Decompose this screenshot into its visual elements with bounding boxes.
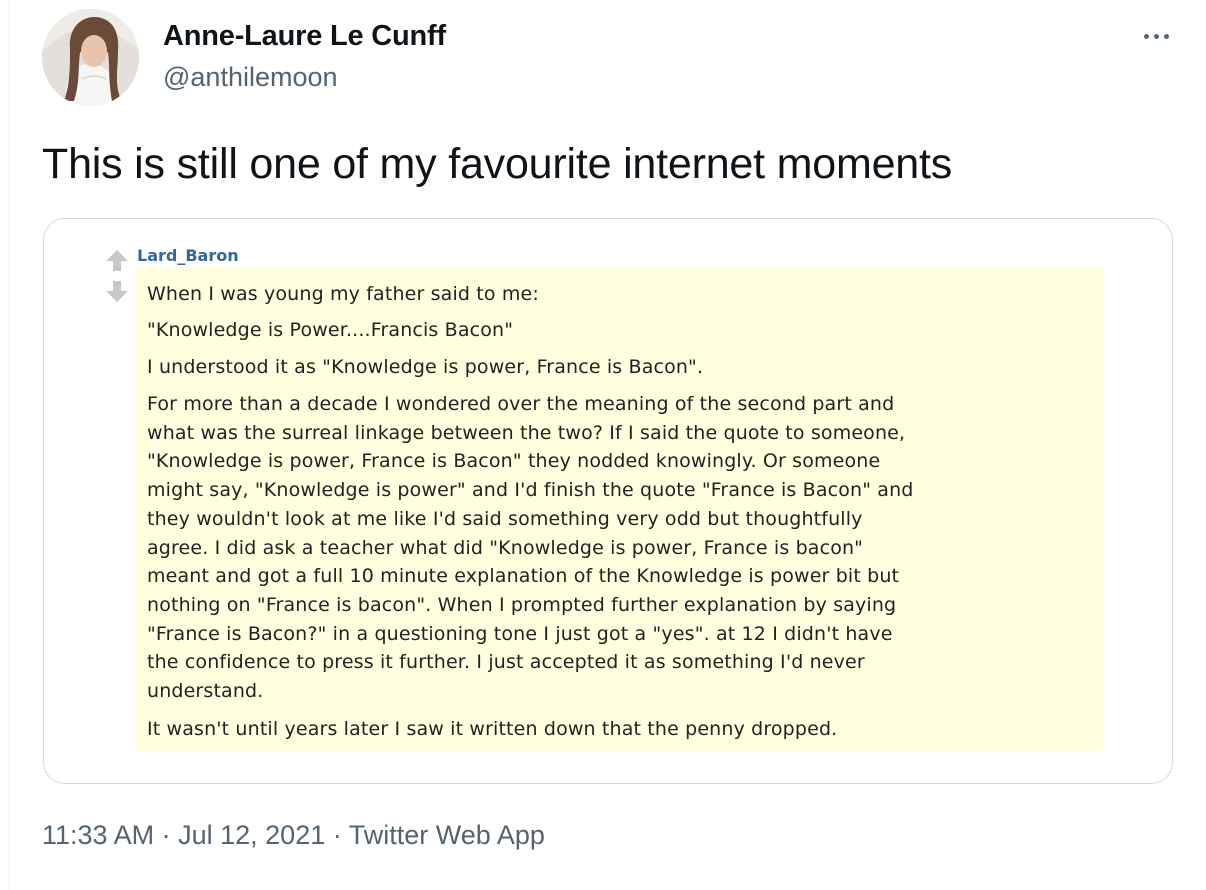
tweet-metadata: 11:33 AM · Jul 12, 2021 · Twitter Web Ap…: [42, 820, 545, 851]
downvote-arrow-icon: [106, 281, 128, 302]
comment-paragraph: When I was young my father said to me:: [147, 283, 539, 305]
more-horizontal-icon-dot: [1153, 33, 1159, 39]
comment-author: Lard_Baron: [137, 246, 239, 265]
upvote-arrow-icon: [106, 250, 128, 271]
tweet-text: This is still one of my favourite intern…: [42, 140, 953, 188]
comment-body: When I was young my father said to me: "…: [135, 267, 1103, 751]
author-handle[interactable]: @anthilemoon: [163, 62, 338, 93]
separator-dot: ·: [161, 820, 171, 850]
more-options-button[interactable]: [1134, 18, 1178, 54]
tweet-date[interactable]: Jul 12, 2021: [178, 820, 325, 850]
tweet-time[interactable]: 11:33 AM: [42, 820, 154, 850]
comment-paragraph: For more than a decade I wondered over t…: [147, 393, 914, 703]
comment-paragraph: "Knowledge is Power....Francis Bacon": [147, 319, 514, 341]
comment-paragraph: It wasn't until years later I saw it wri…: [147, 718, 838, 740]
separator-dot: ·: [332, 820, 342, 850]
vote-arrows: [104, 247, 130, 305]
timeline-divider: [9, 0, 10, 890]
more-horizontal-icon-dot: [1163, 33, 1169, 39]
tweet-source[interactable]: Twitter Web App: [349, 820, 545, 850]
tweet-media-card[interactable]: Lard_Baron When I was young my father sa…: [43, 218, 1173, 784]
more-horizontal-icon: [1143, 33, 1149, 39]
comment-paragraph: I understood it as "Knowledge is power, …: [147, 356, 704, 378]
author-name[interactable]: Anne-Laure Le Cunff: [163, 20, 446, 53]
author-avatar[interactable]: [42, 9, 139, 106]
